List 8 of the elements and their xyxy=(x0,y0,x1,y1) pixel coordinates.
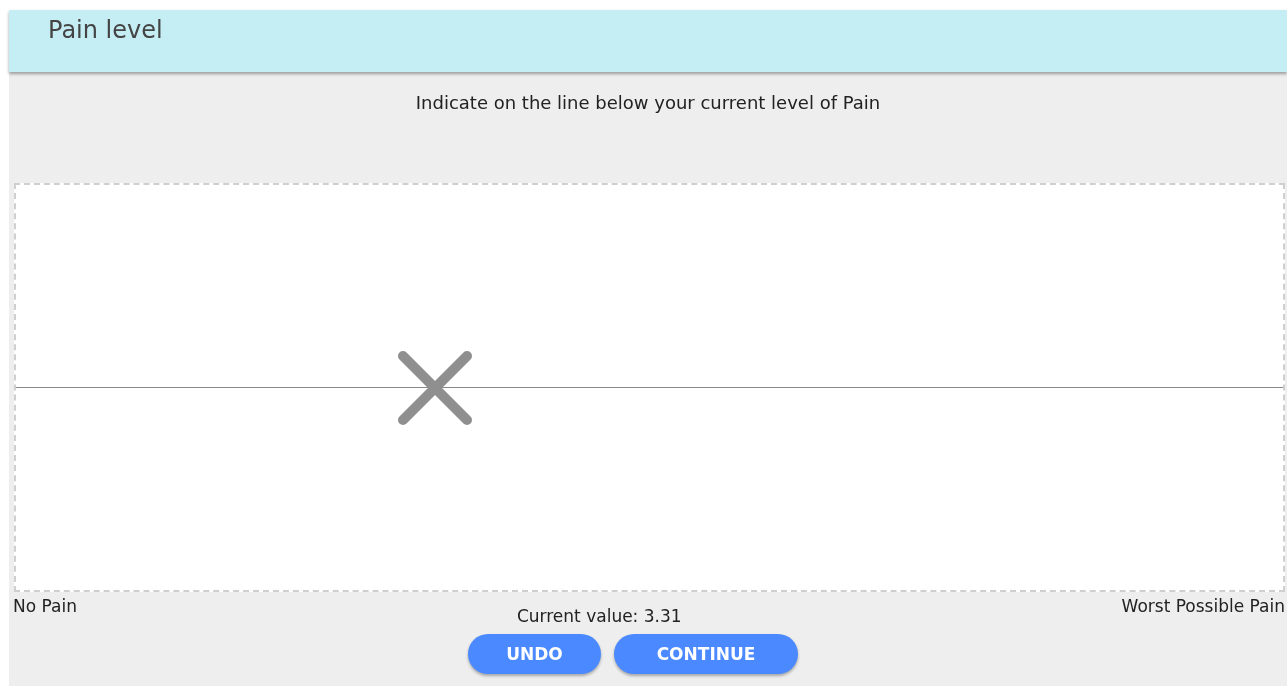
min-label: No Pain xyxy=(13,596,77,616)
current-value: Current value: 3.31 xyxy=(516,606,682,626)
max-label: Worst Possible Pain xyxy=(1121,596,1285,616)
undo-button[interactable]: UNDO xyxy=(468,634,601,674)
page-title: Pain level xyxy=(48,16,163,44)
scale-canvas[interactable] xyxy=(14,183,1285,592)
instruction-text: Indicate on the line below your current level of Pain xyxy=(414,92,882,115)
continue-button[interactable]: CONTINUE xyxy=(614,634,798,674)
